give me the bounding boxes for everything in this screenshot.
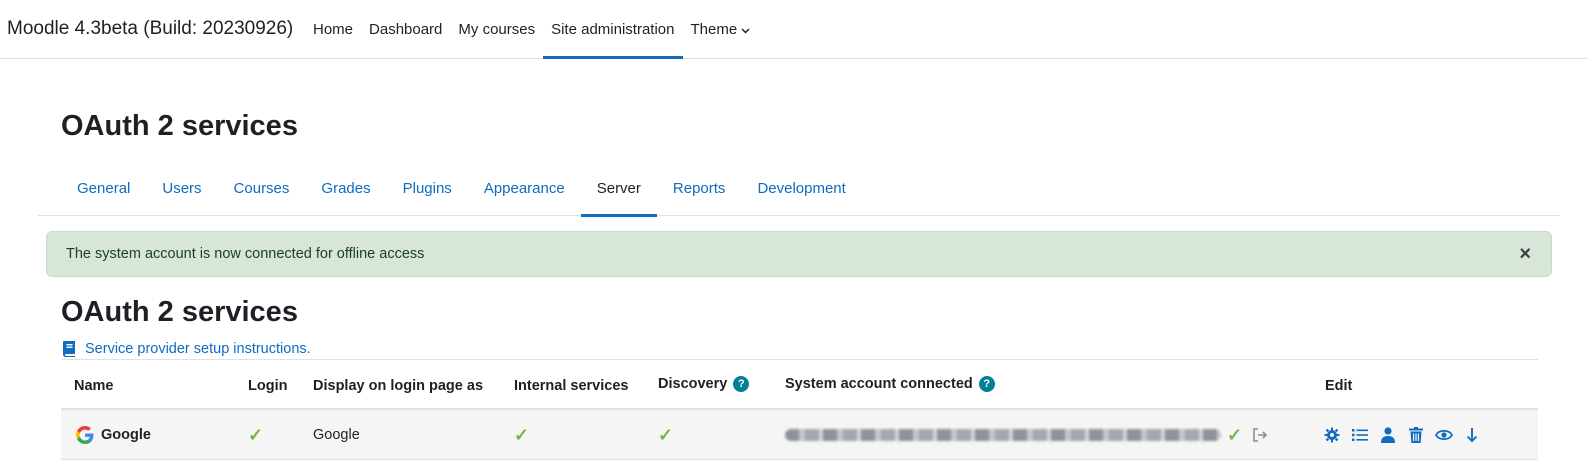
site-name[interactable]: Moodle 4.3beta (Build: 20230926): [7, 18, 293, 40]
gear-icon[interactable]: [1323, 426, 1341, 444]
trash-icon[interactable]: [1407, 426, 1425, 444]
success-alert: The system account is now connected for …: [46, 231, 1552, 277]
col-system-account: System account connected ?: [785, 360, 995, 411]
nav-dashboard-label: Dashboard: [369, 21, 443, 38]
tab-users[interactable]: Users: [146, 160, 217, 216]
google-logo-icon: [76, 426, 94, 444]
tab-reports-label: Reports: [672, 179, 726, 197]
table-row: Google ✓ Google ✓ ✓ ✓: [61, 410, 1538, 460]
book-icon: [63, 341, 75, 357]
tab-appearance-label: Appearance: [483, 179, 565, 197]
service-name: Google: [101, 427, 151, 443]
internal-services-check-icon: ✓: [514, 424, 530, 445]
nav-theme-label: Theme: [690, 21, 738, 38]
col-discovery: Discovery ?: [658, 360, 750, 411]
section-title: OAuth 2 services: [61, 296, 298, 328]
tab-plugins-label: Plugins: [402, 179, 452, 197]
table-header: Name Login Display on login page as Inte…: [61, 359, 1538, 410]
system-account-cell: ✓: [785, 410, 1268, 460]
tab-server[interactable]: Server: [580, 160, 658, 217]
help-icon[interactable]: ?: [978, 376, 995, 392]
col-internal-services: Internal services: [514, 377, 629, 394]
tab-grades[interactable]: Grades: [305, 160, 386, 216]
top-navbar: Moodle 4.3beta (Build: 20230926) Home Da…: [0, 0, 1588, 59]
col-name: Name: [74, 377, 114, 394]
arrow-down-icon[interactable]: [1463, 426, 1481, 444]
login-enabled-check-icon: ✓: [248, 424, 264, 445]
discovery-check-icon: ✓: [658, 424, 674, 445]
setup-instructions-link[interactable]: Service provider setup instructions.: [62, 340, 311, 357]
tab-plugins[interactable]: Plugins: [387, 160, 468, 216]
nav-theme-dropdown[interactable]: Theme: [683, 0, 759, 59]
tab-general-label: General: [77, 179, 131, 197]
service-name-cell: Google: [76, 410, 151, 460]
primary-navigation: Home Dashboard My courses Site administr…: [305, 0, 758, 59]
oauth-services-table: Name Login Display on login page as Inte…: [61, 359, 1538, 460]
col-edit: Edit: [1325, 377, 1353, 394]
close-icon[interactable]: ×: [1519, 244, 1531, 264]
nav-dashboard[interactable]: Dashboard: [361, 0, 450, 59]
tab-courses-label: Courses: [233, 179, 290, 197]
nav-home-label: Home: [313, 21, 354, 38]
eye-icon[interactable]: [1435, 426, 1453, 444]
tab-appearance[interactable]: Appearance: [468, 160, 581, 216]
edit-actions-cell: [1323, 410, 1481, 460]
tab-development-label: Development: [757, 179, 846, 197]
disconnect-icon[interactable]: [1252, 427, 1268, 443]
help-icon[interactable]: ?: [733, 376, 750, 392]
tab-reports[interactable]: Reports: [657, 160, 742, 216]
tab-users-label: Users: [162, 179, 202, 197]
tab-development[interactable]: Development: [741, 160, 861, 216]
blurred-account-email: [785, 429, 1221, 441]
tab-general[interactable]: General: [61, 160, 146, 216]
tab-courses[interactable]: Courses: [218, 160, 306, 216]
chevron-down-icon: [741, 26, 750, 36]
nav-my-courses-label: My courses: [458, 21, 536, 38]
col-login: Login: [248, 377, 288, 394]
tab-server-label: Server: [596, 179, 641, 197]
nav-home[interactable]: Home: [305, 0, 361, 59]
user-icon[interactable]: [1379, 426, 1397, 444]
col-discovery-label: Discovery: [658, 376, 728, 392]
page-title: OAuth 2 services: [61, 110, 298, 142]
connected-check-icon: ✓: [1227, 424, 1243, 445]
nav-my-courses[interactable]: My courses: [450, 0, 543, 59]
tab-grades-label: Grades: [321, 179, 371, 197]
col-display: Display on login page as: [313, 377, 484, 394]
col-system-account-label: System account connected: [785, 376, 973, 392]
alert-message: The system account is now connected for …: [66, 246, 425, 262]
setup-instructions-label: Service provider setup instructions.: [85, 340, 311, 357]
nav-site-administration[interactable]: Site administration: [543, 0, 683, 59]
display-name-cell: Google: [313, 427, 360, 443]
secondary-navigation: General Users Courses Grades Plugins App…: [38, 160, 1560, 217]
list-icon[interactable]: [1351, 426, 1369, 444]
nav-site-administration-label: Site administration: [551, 21, 675, 38]
